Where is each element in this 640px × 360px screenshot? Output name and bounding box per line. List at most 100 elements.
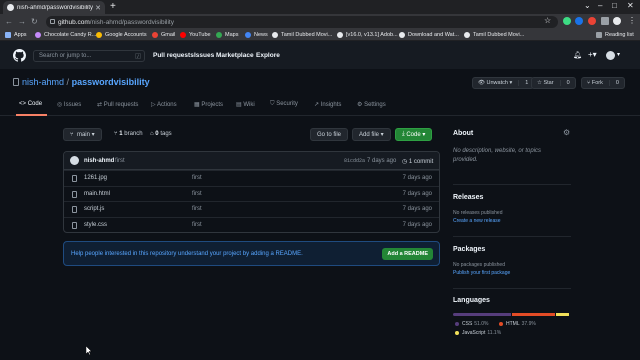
stars-count[interactable]: 0 [559, 80, 570, 86]
file-commit-message[interactable]: first [192, 206, 202, 212]
file-commit-message[interactable]: first [192, 191, 202, 197]
file-commit-message[interactable]: first [192, 222, 202, 228]
tab-issues[interactable]: ◎ Issues [57, 101, 81, 108]
browser-toolbar: ← → ↻ github.com/nish-ahmd/passwordvisib… [0, 14, 640, 30]
create-release-link[interactable]: Create a new release [453, 218, 501, 224]
address-bar[interactable]: github.com/nish-ahmd/passwordvisibility [46, 16, 558, 28]
branches-link[interactable]: ⑂ 1 branch [114, 131, 143, 137]
commit-author[interactable]: nish-ahmd [84, 158, 114, 164]
bookmark-item[interactable]: [v16.0, v13.1] Adob... [337, 32, 398, 38]
maximize-icon[interactable]: □ [612, 1, 617, 10]
back-icon[interactable]: ← [5, 17, 13, 26]
file-icon [72, 206, 77, 213]
tab-security[interactable]: ⛉ Security [270, 101, 298, 108]
github-header: Search or jump to... / 🔔︎ +▾ ▾ [0, 41, 640, 69]
file-name[interactable]: style.css [84, 222, 107, 228]
tab-pull-requests[interactable]: ⇄ Pull requests [97, 101, 138, 108]
commit-message[interactable]: first [115, 158, 125, 164]
mouse-cursor-icon [86, 346, 92, 355]
minimize-icon[interactable]: – [598, 1, 602, 10]
reload-icon[interactable]: ↻ [31, 17, 38, 26]
watchers-count[interactable]: 1 [518, 80, 528, 86]
tab-search-icon[interactable]: ⌄ [584, 1, 591, 10]
bookmark-favicon-icon [272, 32, 278, 38]
unwatch-button[interactable]: 👁︎ Unwatch ▾ 1 [472, 77, 535, 89]
extension-icon[interactable] [588, 17, 596, 25]
file-name[interactable]: main.html [84, 191, 110, 197]
language-legend-item[interactable]: HTML 37.9% [499, 321, 536, 327]
user-avatar[interactable] [606, 51, 615, 60]
project-icon: ▦ [194, 102, 200, 108]
browser-tab[interactable]: nish-ahmd/passwordvisibility ✕ [3, 1, 105, 14]
file-name[interactable]: 1261.jpg [84, 175, 107, 181]
gear-icon: ⚙ [357, 102, 363, 108]
language-legend-item[interactable]: CSS 51.0% [455, 321, 488, 327]
nav-issues[interactable]: Issues [194, 52, 214, 59]
bookmark-item[interactable]: Google Accounts [96, 32, 147, 38]
close-tab-icon[interactable]: ✕ [95, 4, 101, 12]
packages-heading[interactable]: Packages [453, 246, 485, 253]
bookmark-item[interactable]: News [245, 32, 268, 38]
bookmark-star-icon[interactable]: ☆ [544, 16, 551, 25]
branch-icon: ⑂ [114, 131, 118, 137]
language-legend-item[interactable]: JavaScript 11.1% [455, 330, 501, 336]
publish-package-link[interactable]: Publish your first package [453, 270, 510, 276]
releases-heading[interactable]: Releases [453, 194, 483, 201]
star-button[interactable]: ☆ Star 0 [531, 77, 576, 89]
tab-code[interactable]: <> Code [19, 101, 42, 107]
add-file-button[interactable]: Add file ▾ [352, 128, 391, 141]
forks-count[interactable]: 0 [608, 80, 619, 86]
create-new-plus-icon[interactable]: +▾ [588, 50, 597, 59]
language-color-dot [455, 322, 459, 326]
tab-wiki[interactable]: ▤ Wiki [236, 101, 255, 108]
chrome-menu-icon[interactable]: ⋮ [628, 16, 636, 25]
nav-pull-requests[interactable]: Pull requests [153, 52, 194, 59]
tags-link[interactable]: ⌂ 0 tags [150, 131, 172, 137]
url-path: /nish-ahmd/passwordvisibility [89, 18, 174, 26]
github-logo-icon[interactable] [13, 49, 26, 62]
nav-explore[interactable]: Explore [256, 52, 280, 59]
about-heading: About [453, 130, 474, 137]
go-to-file-button[interactable]: Go to file [310, 128, 349, 141]
avatar[interactable] [70, 156, 79, 165]
bookmark-item[interactable]: Maps [216, 32, 238, 38]
tab-actions[interactable]: ▷ Actions [151, 101, 177, 108]
github-search-input[interactable]: Search or jump to... / [33, 50, 145, 62]
bookmark-item[interactable]: Chocolate Candy R... [35, 32, 96, 38]
bookmark-item[interactable]: YouTube [180, 32, 211, 38]
bookmark-item[interactable]: Tamil Dubbed Movi... [272, 32, 332, 38]
repo-owner-link[interactable]: nish-ahmd [22, 77, 64, 87]
chevron-down-icon[interactable]: ▾ [617, 51, 620, 58]
add-readme-button[interactable]: Add a README [382, 248, 433, 260]
bookmark-item[interactable]: Download and Wat... [399, 32, 459, 38]
code-button[interactable]: ⤓ Code ▾ [395, 128, 433, 141]
history-icon: ◷ [402, 159, 408, 165]
fork-button[interactable]: ⑂ Fork 0 [581, 77, 625, 89]
notifications-bell-icon[interactable]: 🔔︎ [573, 51, 582, 59]
profile-avatar[interactable] [613, 17, 621, 25]
commit-hash[interactable]: 81cdd2a [344, 158, 365, 164]
extension-icon[interactable] [575, 17, 583, 25]
close-window-icon[interactable]: ✕ [627, 1, 634, 10]
commit-count[interactable]: ◷ 1 commit [402, 158, 433, 165]
gear-icon[interactable]: ⚙ [563, 128, 570, 137]
bookmark-apps[interactable]: Apps [5, 32, 27, 38]
tab-projects[interactable]: ▦ Projects [194, 101, 223, 108]
nav-marketplace[interactable]: Marketplace [216, 52, 254, 59]
extensions-puzzle-icon[interactable] [601, 17, 609, 25]
forward-icon[interactable]: → [18, 17, 26, 26]
branch-selector[interactable]: ⑂ main ▾ [63, 128, 102, 141]
tab-insights[interactable]: ↗ Insights [314, 101, 341, 108]
tab-settings[interactable]: ⚙ Settings [357, 101, 386, 108]
bookmark-item[interactable]: Tamil Dubbed Movi... [464, 32, 524, 38]
reading-list[interactable]: Reading list [596, 32, 634, 38]
extension-icon[interactable] [563, 17, 571, 25]
repo-name-link[interactable]: passwordvisibility [72, 77, 150, 87]
file-commit-message[interactable]: first [192, 175, 202, 181]
apps-grid-icon [5, 32, 11, 38]
file-name[interactable]: script.js [84, 206, 104, 212]
bookmark-item[interactable]: Gmail [152, 32, 175, 38]
news-favicon-icon [245, 32, 251, 38]
file-list: nish-ahmd first 81cdd2a 7 days ago ◷ 1 c… [63, 151, 440, 233]
new-tab-icon[interactable]: + [110, 1, 116, 12]
